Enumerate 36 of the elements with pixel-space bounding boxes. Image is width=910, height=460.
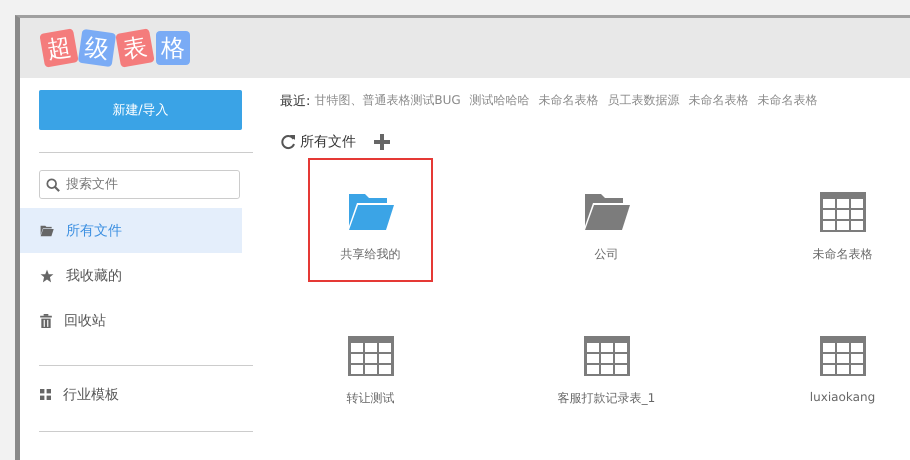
grid-icon (40, 389, 51, 400)
file-item[interactable]: luxiaokang (780, 302, 905, 426)
logo-tile: 表 (115, 28, 155, 68)
recent-file-link[interactable]: 测试哈哈哈 (470, 92, 530, 110)
recent-file-link[interactable]: 未命名表格 (688, 92, 749, 110)
recent-file-link[interactable]: 员工表数据源 (608, 92, 680, 110)
sidebar-item[interactable]: 我收藏的 (20, 253, 242, 298)
spreadsheet-icon (820, 336, 866, 376)
folder-icon (582, 192, 630, 232)
logo-tile: 级 (78, 28, 116, 68)
recent-label: 最近: (280, 93, 310, 110)
file-item[interactable]: 公司 (544, 158, 669, 282)
search-icon (46, 178, 60, 192)
star-icon (40, 268, 54, 282)
recent-file-link[interactable]: 未命名表格 (758, 92, 818, 110)
file-item[interactable]: 未命名表格 (780, 158, 905, 282)
file-item[interactable]: 转让测试 (308, 302, 433, 426)
folder-icon (346, 192, 394, 232)
spreadsheet-icon (820, 192, 866, 232)
spreadsheet-icon (584, 336, 630, 376)
sidebar-item[interactable]: 行业模板 (20, 372, 242, 417)
file-item[interactable]: 共享给我的 (308, 158, 433, 282)
sidebar-item[interactable]: 回收站 (20, 298, 242, 343)
trash-icon (40, 314, 52, 328)
search-field[interactable]: 搜索文件 (39, 170, 240, 199)
folder-icon (40, 224, 54, 236)
logo-tile: 格 (156, 31, 190, 65)
recent-file-link[interactable]: 甘特图、普通表格测试BUG (314, 92, 461, 110)
spreadsheet-icon (348, 336, 394, 376)
add-icon[interactable] (374, 134, 390, 150)
file-item[interactable]: 客服打款记录表_1 (544, 302, 669, 426)
logo-tile: 超 (39, 28, 79, 68)
breadcrumb-title: 所有文件 (300, 133, 356, 151)
refresh-icon (280, 134, 296, 150)
recent-file-link[interactable]: 未命名表格 (538, 92, 599, 110)
sidebar-item[interactable]: 所有文件 (20, 208, 242, 253)
